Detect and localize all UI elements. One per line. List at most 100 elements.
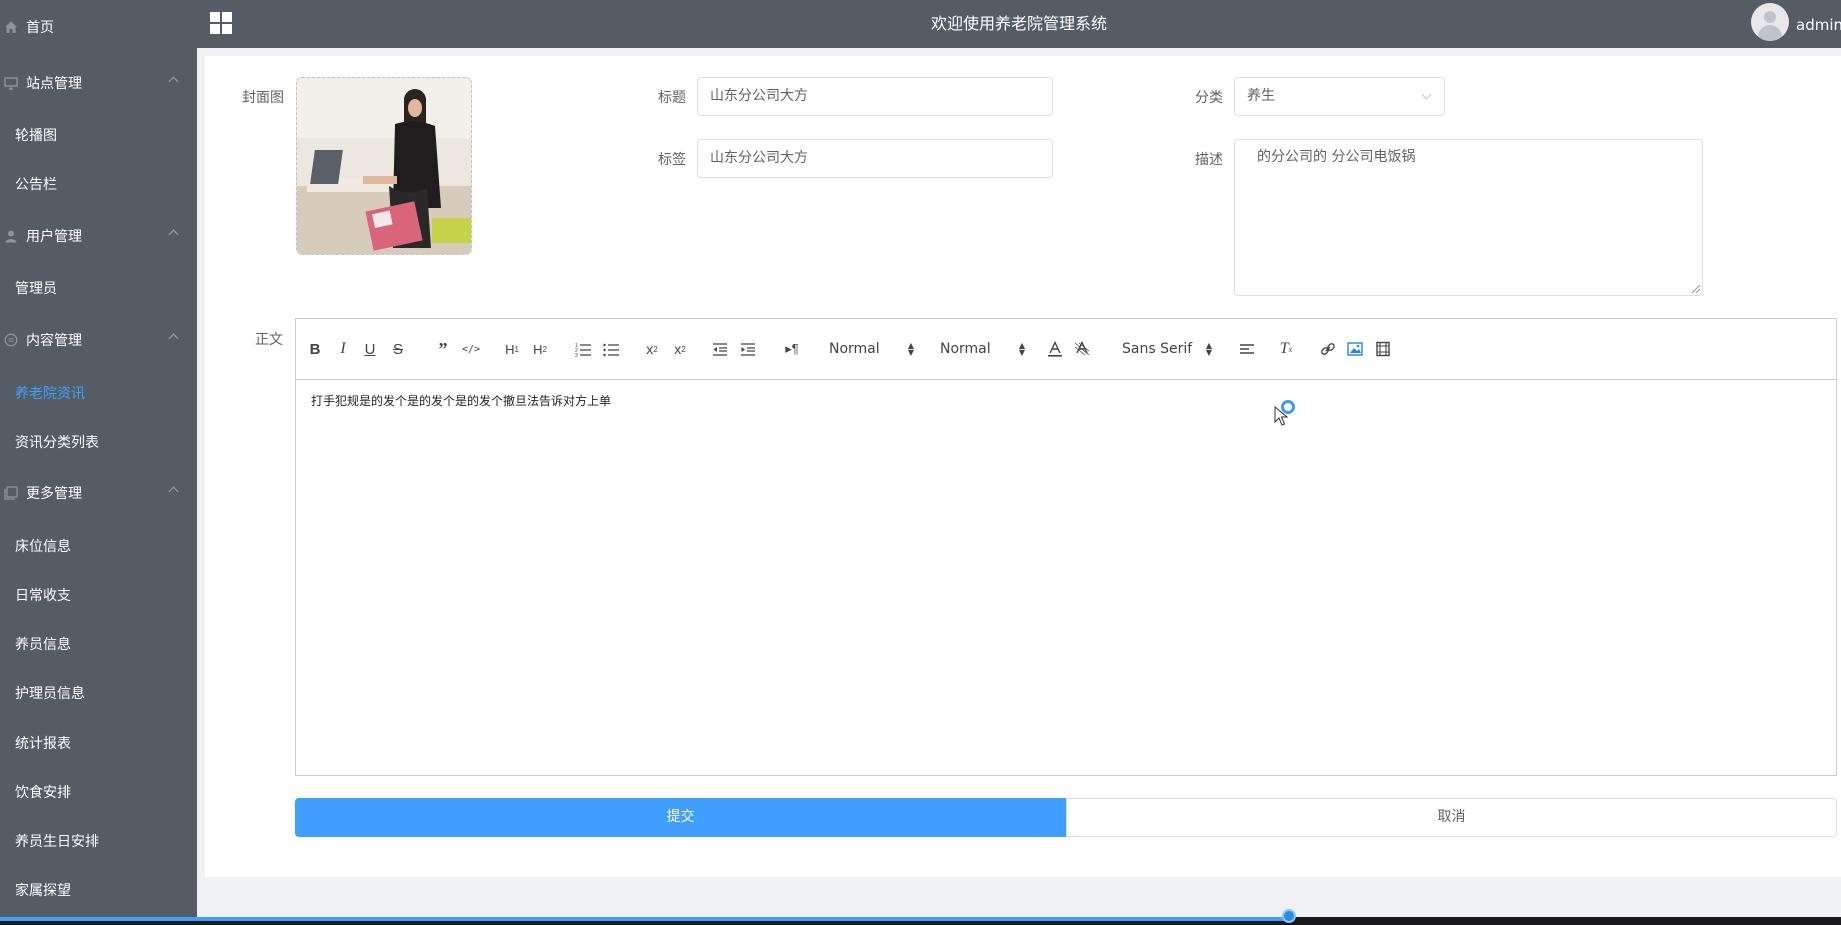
link-icon[interactable] xyxy=(1320,339,1336,359)
align-icon[interactable] xyxy=(1239,339,1255,359)
home-icon xyxy=(5,21,17,33)
copy-icon xyxy=(4,485,18,500)
title-label: 标题 xyxy=(658,90,686,106)
menu-more-management[interactable]: 更多管理 xyxy=(0,468,197,517)
avatar[interactable] xyxy=(1751,3,1789,41)
menu-caregiver-info[interactable]: 护理员信息 xyxy=(0,668,197,717)
menu-content-management-label: 内容管理 xyxy=(26,332,82,349)
menu-nursing-home-news[interactable]: 养老院资讯 xyxy=(0,368,197,417)
menu-notice-board[interactable]: 公告栏 xyxy=(0,159,197,208)
category-select[interactable]: 养生 xyxy=(1234,77,1445,116)
cancel-button[interactable]: 取消 xyxy=(1066,798,1837,837)
progress-handle[interactable] xyxy=(1282,909,1296,923)
resize-handle[interactable] xyxy=(1692,285,1700,293)
size-select[interactable]: Normal ▲ ▼ xyxy=(940,339,1025,359)
menu-user-management-label: 用户管理 xyxy=(26,228,82,245)
strike-icon[interactable]: S xyxy=(391,339,405,359)
menu-family-visits[interactable]: 家属探望 xyxy=(0,865,197,914)
text-direction-icon[interactable]: ▸¶ xyxy=(783,339,801,359)
cover-label: 封面图 xyxy=(242,90,284,106)
description-text: 的分公司的 分公司电饭锅 xyxy=(1257,149,1416,165)
menu-bed-info[interactable]: 床位信息 xyxy=(0,521,197,570)
monitor-icon xyxy=(4,76,18,90)
video-icon[interactable] xyxy=(1375,339,1391,359)
circle-list-icon xyxy=(4,333,18,346)
menu-site-management-label: 站点管理 xyxy=(26,75,82,92)
text-color-icon[interactable] xyxy=(1047,339,1063,359)
menu-bed-info-label: 床位信息 xyxy=(15,538,71,555)
header-2-icon[interactable]: H2 xyxy=(531,339,549,359)
menu-site-management[interactable]: 站点管理 xyxy=(0,58,197,107)
menu-more-management-label: 更多管理 xyxy=(26,485,82,502)
clear-format-icon[interactable]: Tx xyxy=(1277,339,1295,359)
chevron-down-icon xyxy=(1421,89,1432,100)
chevron-up-icon xyxy=(168,486,179,497)
subscript-icon[interactable]: x2 xyxy=(643,339,661,359)
chevron-up-icon xyxy=(168,229,179,240)
code-block-icon[interactable]: </> xyxy=(462,339,480,359)
sidebar: 首页 站点管理 轮播图 公告栏 用户管理 管理员 内容管理 养老院资讯 资讯分类… xyxy=(0,0,197,925)
menu-news-category-list[interactable]: 资讯分类列表 xyxy=(0,417,197,466)
menu-resident-info-label: 养员信息 xyxy=(15,636,71,653)
header-select[interactable]: Normal ▲ ▼ xyxy=(829,339,914,359)
menu-statistics-report[interactable]: 统计报表 xyxy=(0,718,197,767)
menu-admin[interactable]: 管理员 xyxy=(0,263,197,312)
font-select[interactable]: Sans Serif ▲ ▼ xyxy=(1122,339,1212,359)
menu-news-category-list-label: 资讯分类列表 xyxy=(15,434,99,451)
background-color-icon[interactable] xyxy=(1074,339,1090,359)
cover-photo xyxy=(297,78,471,254)
content-label: 正文 xyxy=(255,332,283,348)
menu-diet-arrangement-label: 饮食安排 xyxy=(15,784,71,801)
menu-birthday-arrangement[interactable]: 养员生日安排 xyxy=(0,816,197,865)
updown-arrow-icon: ▲ ▼ xyxy=(1205,341,1212,357)
updown-arrow-icon: ▲ ▼ xyxy=(1018,341,1025,357)
image-icon[interactable] xyxy=(1347,339,1363,359)
menu-birthday-arrangement-label: 养员生日安排 xyxy=(15,833,99,850)
mouse-cursor-icon xyxy=(1274,406,1288,426)
menu-carousel-label: 轮播图 xyxy=(15,127,57,144)
menu-family-visits-label: 家属探望 xyxy=(15,882,71,899)
page-title: 欢迎使用养老院管理系统 xyxy=(930,14,1107,33)
tag-label: 标签 xyxy=(658,152,686,168)
menu-daily-finance-label: 日常收支 xyxy=(15,587,71,604)
menu-daily-finance[interactable]: 日常收支 xyxy=(0,570,197,619)
italic-icon[interactable]: I xyxy=(336,339,350,359)
menu-caregiver-info-label: 护理员信息 xyxy=(15,685,85,702)
ordered-list-icon[interactable]: 123 xyxy=(575,339,591,359)
description-textarea[interactable]: 的分公司的 分公司电饭锅 xyxy=(1234,139,1703,296)
updown-arrow-icon: ▲ ▼ xyxy=(907,341,914,357)
chevron-up-icon xyxy=(168,76,179,87)
editor-content[interactable]: 打手犯规是的发个是的发个是的发个撤旦法告诉对方上单 xyxy=(295,380,1837,776)
blockquote-icon[interactable]: ” xyxy=(435,339,451,359)
menu-carousel[interactable]: 轮播图 xyxy=(0,110,197,159)
tag-input[interactable]: 山东分公司大方 xyxy=(697,139,1053,178)
header-1-icon[interactable]: H1 xyxy=(503,339,521,359)
editor-text: 打手犯规是的发个是的发个是的发个撤旦法告诉对方上单 xyxy=(311,394,612,408)
menu-nursing-home-news-label: 养老院资讯 xyxy=(15,385,85,402)
indent-icon[interactable] xyxy=(740,339,756,359)
bullet-list-icon[interactable] xyxy=(603,339,619,359)
editor-toolbar: B I U S ” </> H1 H2 123 x2 x2 ▸¶ Normal … xyxy=(295,318,1837,380)
menu-resident-info[interactable]: 养员信息 xyxy=(0,619,197,668)
description-label: 描述 xyxy=(1195,152,1223,168)
svg-text:3: 3 xyxy=(575,353,578,359)
outdent-icon[interactable] xyxy=(712,339,728,359)
font-select-value: Sans Serif xyxy=(1122,341,1193,357)
username[interactable]: admin xyxy=(1796,0,1841,48)
title-input[interactable]: 山东分公司大方 xyxy=(697,77,1053,116)
menu-diet-arrangement[interactable]: 饮食安排 xyxy=(0,767,197,816)
cover-image-upload[interactable] xyxy=(296,77,472,255)
menu-statistics-report-label: 统计报表 xyxy=(15,735,71,752)
submit-button[interactable]: 提交 xyxy=(295,798,1066,837)
underline-icon[interactable]: U xyxy=(363,339,377,359)
menu-home[interactable]: 首页 xyxy=(0,2,197,51)
superscript-icon[interactable]: x2 xyxy=(671,339,689,359)
menu-content-management[interactable]: 内容管理 xyxy=(0,315,197,364)
menu-user-management[interactable]: 用户管理 xyxy=(0,211,197,260)
menu-home-label: 首页 xyxy=(26,19,54,36)
top-header: 欢迎使用养老院管理系统 admin xyxy=(197,0,1841,48)
menu-admin-label: 管理员 xyxy=(15,280,57,297)
bold-icon[interactable]: B xyxy=(308,339,322,359)
bottom-progress-bar xyxy=(0,917,1290,921)
menu-notice-board-label: 公告栏 xyxy=(15,176,57,193)
